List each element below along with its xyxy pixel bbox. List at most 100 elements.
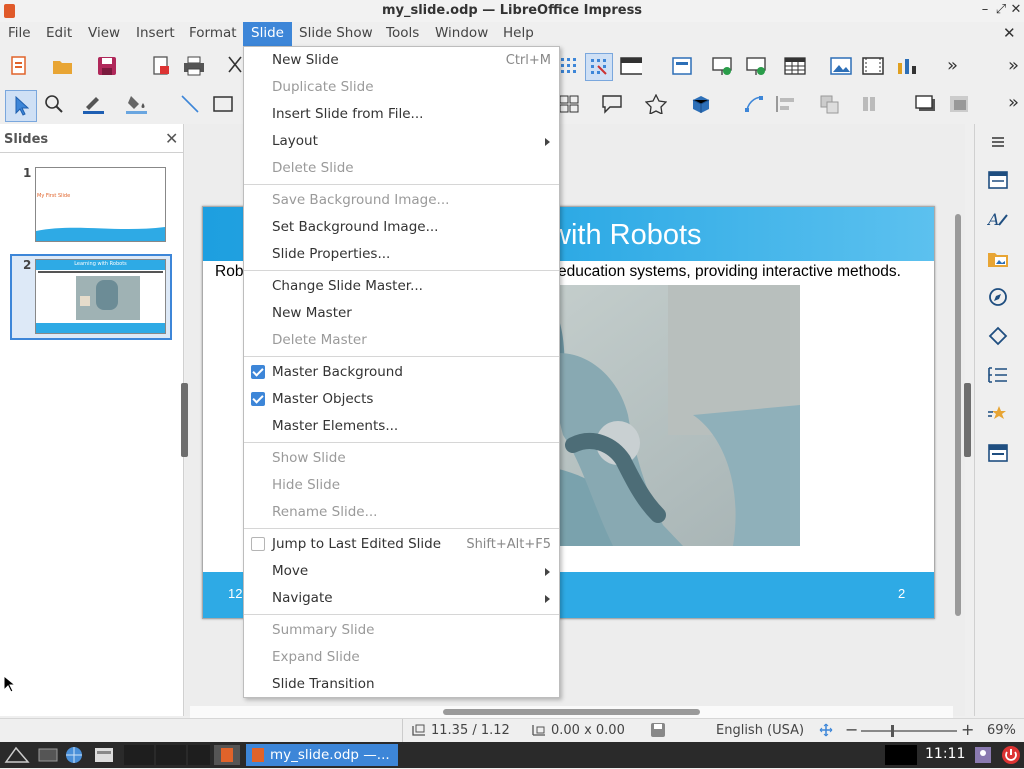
menuitem-set-background-image[interactable]: Set Background Image... [244, 214, 559, 241]
minimize-button[interactable]: – [977, 2, 993, 17]
more-toolbar-icon-2[interactable]: » [1008, 55, 1019, 76]
user-icon[interactable] [974, 746, 992, 768]
fit-slide-icon[interactable] [819, 723, 833, 741]
workspace-2[interactable] [156, 745, 186, 765]
grid-icon[interactable] [558, 55, 580, 77]
menu-insert[interactable]: Insert [128, 22, 183, 46]
slide-body-left[interactable]: Rob [215, 263, 243, 281]
menuitem-layout[interactable]: Layout [244, 128, 559, 155]
menu-slide-show[interactable]: Slide Show [291, 22, 381, 46]
sidebar-menu-icon[interactable] [986, 130, 1010, 154]
zoom-slider[interactable] [861, 730, 957, 732]
select-arrow-icon[interactable] [5, 90, 37, 122]
restore-button[interactable]: ⤢ [993, 2, 1009, 17]
media-icon[interactable] [862, 55, 884, 77]
navigator-icon[interactable] [986, 285, 1010, 309]
menuitem-new-master[interactable]: New Master [244, 300, 559, 327]
menuitem-master-background[interactable]: Master Background [244, 359, 559, 386]
start-first-slide-icon[interactable] [711, 55, 733, 77]
zoom-level[interactable]: 69% [987, 723, 1016, 738]
file-manager-icon[interactable] [94, 746, 114, 768]
new-document-icon[interactable] [8, 55, 30, 77]
menuitem-insert-slide-from-file[interactable]: Insert Slide from File... [244, 101, 559, 128]
start-current-slide-icon[interactable] [745, 55, 767, 77]
menu-file[interactable]: File [0, 22, 39, 46]
open-folder-icon[interactable] [52, 55, 74, 77]
styles-icon[interactable]: A [986, 207, 1010, 231]
rectangle-tool-icon[interactable] [212, 93, 234, 115]
menuitem-slide-transition[interactable]: Slide Transition [244, 671, 559, 698]
menuitem-change-slide-master[interactable]: Change Slide Master... [244, 273, 559, 300]
distribute-icon[interactable] [861, 93, 883, 115]
slide-thumbnail-2[interactable]: Learning with Robots [35, 259, 166, 334]
vertical-scrollbar[interactable] [955, 214, 961, 616]
callout-icon[interactable] [601, 93, 623, 115]
menuitem-master-objects[interactable]: Master Objects [244, 386, 559, 413]
chart-icon[interactable] [896, 55, 918, 77]
menu-edit[interactable]: Edit [38, 22, 80, 46]
slide-body-right[interactable]: education systems, providing interactive… [558, 263, 901, 281]
align-objects-icon[interactable] [775, 93, 797, 115]
menu-view[interactable]: View [80, 22, 128, 46]
snap-grid-icon[interactable] [585, 53, 613, 81]
animation-icon[interactable] [986, 402, 1010, 426]
start-menu-icon[interactable] [4, 746, 30, 768]
menuitem-slide-properties[interactable]: Slide Properties... [244, 241, 559, 268]
slide-transition-icon[interactable] [986, 363, 1010, 387]
fill-color-icon[interactable] [125, 93, 147, 115]
menuitem-new-slide[interactable]: New Slide Ctrl+M [244, 47, 559, 74]
table-icon[interactable] [784, 55, 806, 77]
line-tool-icon[interactable] [179, 93, 201, 115]
menu-tools[interactable]: Tools [378, 22, 427, 46]
crop-icon[interactable] [948, 93, 970, 115]
shapes-icon[interactable] [986, 324, 1010, 348]
display-views-icon[interactable] [620, 55, 642, 77]
shadow-icon[interactable] [915, 93, 937, 115]
menu-format[interactable]: Format [181, 22, 245, 46]
clock[interactable]: 11:11 [925, 746, 965, 762]
master-slide-icon[interactable] [671, 55, 693, 77]
zoom-slider-thumb[interactable] [891, 725, 894, 737]
close-pane-icon[interactable]: ✕ [165, 129, 178, 148]
workspace-3[interactable] [188, 745, 210, 765]
show-desktop-icon[interactable] [38, 748, 58, 766]
master-slides-icon[interactable] [986, 441, 1010, 465]
document-modified-icon[interactable] [650, 722, 666, 742]
zoom-in-button[interactable]: + [961, 720, 974, 739]
menu-window[interactable]: Window [427, 22, 496, 46]
zoom-pan-icon[interactable] [43, 93, 65, 115]
export-pdf-icon[interactable] [150, 55, 172, 77]
more-drawing-icon[interactable]: » [1008, 92, 1019, 113]
properties-icon[interactable] [986, 168, 1010, 192]
web-browser-icon[interactable] [64, 746, 84, 768]
horizontal-scrollbar[interactable] [443, 709, 700, 715]
menuitem-move[interactable]: Move [244, 558, 559, 585]
menu-help[interactable]: Help [495, 22, 542, 46]
impress-launcher-icon[interactable] [214, 745, 240, 765]
workspace-1[interactable] [124, 745, 154, 765]
collapse-left-handle[interactable] [181, 383, 188, 457]
more-toolbar-icon[interactable]: » [947, 55, 958, 76]
power-icon[interactable] [1001, 745, 1021, 769]
close-window-button[interactable]: ✕ [1008, 2, 1024, 17]
star-shape-icon[interactable] [645, 93, 667, 115]
image-icon[interactable] [830, 55, 852, 77]
menuitem-jump-to-last-edited-slide[interactable]: Jump to Last Edited Slide Shift+Alt+F5 [244, 531, 559, 558]
menuitem-navigate[interactable]: Navigate [244, 585, 559, 612]
line-color-icon[interactable] [82, 93, 104, 115]
slide-thumbnail-1[interactable]: My First Slide [35, 167, 166, 242]
3d-object-icon[interactable] [689, 93, 711, 115]
save-icon[interactable] [96, 55, 118, 77]
menuitem-master-elements[interactable]: Master Elements... [244, 413, 559, 440]
collapse-right-handle[interactable] [964, 383, 971, 457]
zoom-out-button[interactable]: − [845, 720, 858, 739]
print-icon[interactable] [183, 55, 205, 77]
points-icon[interactable] [743, 93, 765, 115]
taskbar-window-button[interactable]: my_slide.odp —... [246, 744, 398, 766]
arrange-icon[interactable] [819, 93, 841, 115]
basic-shapes-icon[interactable] [558, 93, 580, 115]
gallery-icon[interactable] [986, 246, 1010, 270]
menu-slide[interactable]: Slide [243, 22, 292, 46]
close-document-icon[interactable]: ✕ [1003, 24, 1016, 42]
language-status[interactable]: English (USA) [716, 723, 804, 738]
